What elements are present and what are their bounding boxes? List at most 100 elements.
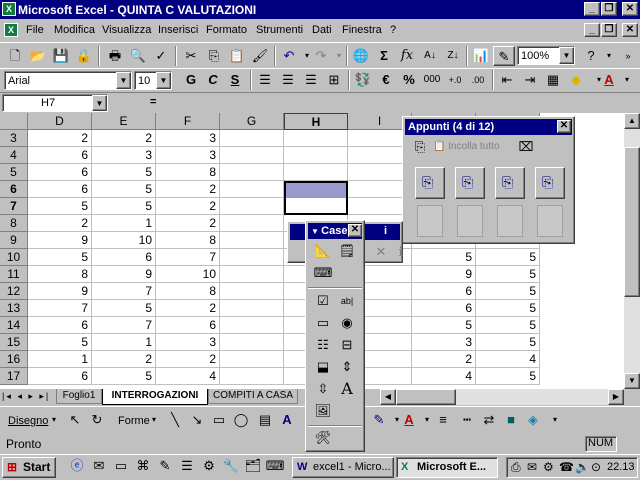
name-box[interactable]: H7 ▼ — [2, 94, 108, 112]
doc-close-button[interactable]: ✕ — [622, 23, 638, 37]
table-cell[interactable]: 5 — [476, 283, 540, 300]
combobox-control-icon[interactable]: ⊟ — [336, 335, 358, 355]
table-cell[interactable]: 5 — [412, 249, 476, 266]
align-left-icon[interactable]: ☰ — [254, 70, 276, 90]
table-cell[interactable]: 5 — [476, 249, 540, 266]
menu-finestra[interactable]: Finestra — [342, 24, 382, 36]
clip-item-3[interactable]: ⎘ — [495, 167, 525, 199]
table-cell[interactable] — [220, 266, 284, 283]
table-cell[interactable] — [220, 300, 284, 317]
increase-decimal-icon[interactable]: +.0 — [444, 70, 466, 90]
cell-selection[interactable] — [284, 181, 348, 215]
menu-formato[interactable]: Formato — [206, 24, 247, 36]
table-cell[interactable]: 5 — [28, 334, 92, 351]
align-right-icon[interactable]: ☰ — [300, 70, 322, 90]
line-icon[interactable]: ╲ — [164, 410, 186, 430]
row-header[interactable]: 16 — [0, 351, 28, 368]
table-cell[interactable] — [284, 164, 348, 181]
free-rotate-icon[interactable]: ↻ — [86, 410, 108, 430]
table-cell[interactable]: 9 — [92, 266, 156, 283]
quicklaunch5-icon[interactable]: 🗂 — [242, 456, 264, 476]
more-buttons-icon[interactable]: » — [617, 46, 639, 66]
more-controls-icon[interactable]: 🛠 — [312, 428, 334, 448]
arrow-icon[interactable]: ↘ — [186, 410, 208, 430]
currency-icon[interactable]: 💱 — [352, 70, 374, 90]
tab-scroll-icons[interactable]: |◂ ◂ ▸ ▸| — [2, 391, 50, 402]
channels-icon[interactable]: ⌘ — [132, 456, 154, 476]
table-cell[interactable]: 8 — [156, 232, 220, 249]
table-cell[interactable] — [220, 181, 284, 198]
table-cell[interactable]: 5 — [476, 300, 540, 317]
row-header[interactable]: 4 — [0, 147, 28, 164]
underline-button[interactable]: S — [224, 70, 246, 90]
quicklaunch2-icon[interactable]: ☰ — [176, 456, 198, 476]
table-cell[interactable]: 4 — [476, 351, 540, 368]
thousands-button[interactable]: 000 — [421, 70, 443, 90]
menu-modifica[interactable]: Modifica — [54, 24, 95, 36]
table-cell[interactable]: 6 — [28, 164, 92, 181]
chevron-down-icon[interactable]: ▼ — [92, 95, 107, 111]
clear-clipboard-icon[interactable]: ⌧ — [515, 137, 537, 157]
table-cell[interactable]: 10 — [156, 266, 220, 283]
paste-all-button[interactable]: 📋 Incolla tutto — [433, 141, 499, 152]
table-cell[interactable]: 2 — [156, 351, 220, 368]
merge-center-icon[interactable]: ⊞ — [323, 70, 345, 90]
quicklaunch4-icon[interactable]: 🔧 — [220, 456, 242, 476]
table-cell[interactable]: 6 — [412, 300, 476, 317]
scroll-left-icon[interactable]: ◀ — [380, 389, 396, 405]
clip-item-4[interactable]: ⎘ — [535, 167, 565, 199]
quicklaunch-icon[interactable]: ✎ — [154, 456, 176, 476]
tab-foglio1[interactable]: Foglio1 — [56, 389, 102, 404]
column-header-d[interactable]: D — [28, 113, 92, 130]
menu-inserisci[interactable]: Inserisci — [158, 24, 198, 36]
wordart-icon[interactable]: A — [276, 410, 298, 430]
table-cell[interactable]: 6 — [92, 249, 156, 266]
vertical-scrollbar[interactable]: ▲ ▼ — [624, 113, 640, 389]
table-cell[interactable]: 6 — [28, 368, 92, 385]
task-excel[interactable]: X Microsoft E... — [396, 457, 498, 478]
close-button[interactable]: ✕ — [622, 2, 638, 16]
table-cell[interactable]: 7 — [92, 317, 156, 334]
table-cell[interactable] — [220, 249, 284, 266]
bold-button[interactable]: G — [180, 70, 202, 90]
autosum-icon[interactable]: Σ — [373, 46, 395, 66]
table-cell[interactable] — [220, 215, 284, 232]
dash-style-icon[interactable]: ┅ — [456, 410, 478, 430]
tool-icon[interactable]: ✕ — [370, 242, 392, 262]
table-cell[interactable]: 2 — [28, 130, 92, 147]
properties-icon[interactable]: 🗒 — [336, 241, 358, 261]
table-cell[interactable]: 3 — [156, 334, 220, 351]
design-mode-icon[interactable]: 📐 — [312, 241, 334, 261]
row-header[interactable]: 6 — [0, 181, 28, 198]
table-cell[interactable]: 7 — [92, 283, 156, 300]
scroll-up-icon[interactable]: ▲ — [624, 113, 640, 129]
table-cell[interactable]: 2 — [92, 130, 156, 147]
clip-item-1[interactable]: ⎘ — [415, 167, 445, 199]
column-header-h[interactable]: H — [284, 113, 348, 130]
menu-visualizza[interactable]: Visualizza — [102, 24, 151, 36]
scrollbar-control-icon[interactable]: ⇳ — [312, 379, 334, 399]
shadow-icon[interactable]: ■ — [500, 410, 522, 430]
image-control-icon[interactable]: 🖼 — [312, 401, 334, 421]
menu-help[interactable]: ? — [390, 24, 396, 36]
format-painter-icon[interactable]: 🖌 — [249, 46, 271, 66]
sort-ascending-icon[interactable]: A↓ — [419, 46, 441, 66]
table-cell[interactable]: 1 — [28, 351, 92, 368]
chart-wizard-icon[interactable]: 📊 — [470, 46, 492, 66]
spin-button-icon[interactable]: ⇕ — [336, 357, 358, 377]
table-cell[interactable]: 5 — [476, 368, 540, 385]
draw-menu-button[interactable]: Disegno — [8, 415, 48, 427]
column-header-f[interactable]: F — [156, 113, 220, 130]
tab-interrogazioni[interactable]: INTERROGAZIONI — [102, 389, 208, 405]
table-cell[interactable] — [220, 368, 284, 385]
hyperlink-icon[interactable]: 🌐 — [350, 46, 372, 66]
column-header-g[interactable]: G — [220, 113, 284, 130]
line-style-icon[interactable]: ≡ — [432, 410, 454, 430]
table-cell[interactable]: 2 — [412, 351, 476, 368]
chevron-down-icon[interactable]: ▾ — [52, 415, 56, 424]
view-code-icon[interactable]: ⌨ — [312, 263, 334, 283]
row-header[interactable]: 14 — [0, 317, 28, 334]
row-header[interactable]: 11 — [0, 266, 28, 283]
table-cell[interactable]: 2 — [156, 198, 220, 215]
chevron-down-icon[interactable]: ▼ — [156, 72, 171, 89]
